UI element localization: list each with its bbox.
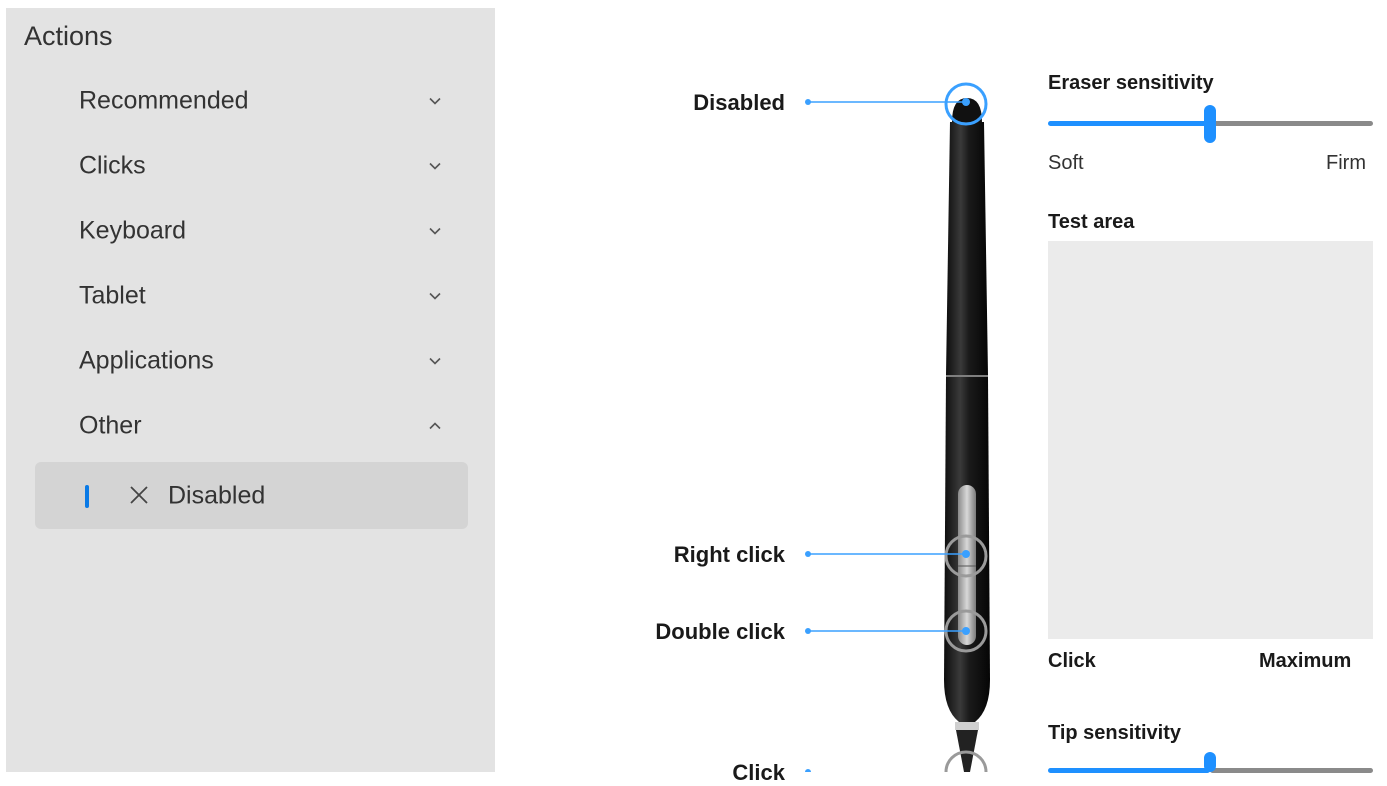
eraser-sensitivity-title: Eraser sensitivity <box>1048 72 1214 94</box>
tip-callout-label[interactable]: Click <box>585 760 785 786</box>
tip-sensitivity-title: Tip sensitivity <box>1048 722 1182 744</box>
upper-button-callout-label[interactable]: Right click <box>585 542 785 568</box>
pen-side-buttons <box>958 485 976 645</box>
slider-track-empty <box>1210 121 1373 126</box>
slider-thumb[interactable] <box>1204 752 1216 772</box>
slider-track-empty <box>1210 768 1373 773</box>
slider-track-filled <box>1048 768 1210 773</box>
pen-upper-body <box>946 122 988 375</box>
test-area-canvas[interactable] <box>1048 241 1373 639</box>
slider-thumb[interactable] <box>1204 105 1216 143</box>
test-area-left-label: Click <box>1048 650 1096 672</box>
slider-track-filled <box>1048 121 1210 126</box>
slider-max-label: Firm <box>1326 152 1366 174</box>
test-area-title: Test area <box>1048 211 1135 233</box>
test-area-right-label: Maximum <box>1259 650 1352 672</box>
lower-button-callout-label[interactable]: Double click <box>585 619 785 645</box>
slider-min-label: Soft <box>1048 152 1084 174</box>
eraser-callout-label[interactable]: Disabled <box>585 90 785 116</box>
